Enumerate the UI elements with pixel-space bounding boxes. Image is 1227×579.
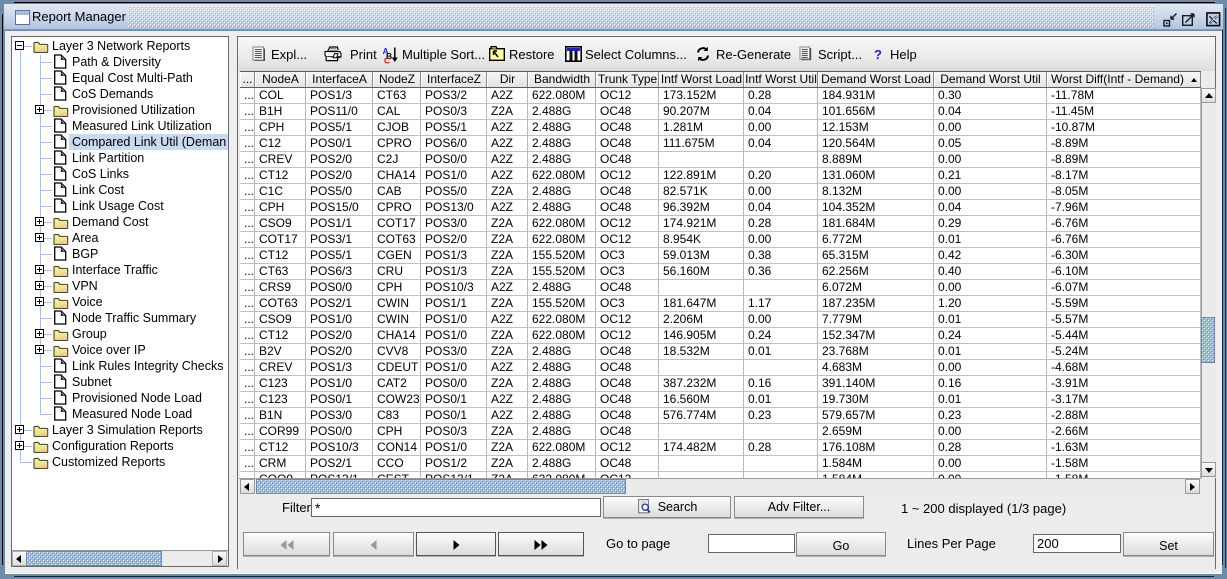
svg-text:C: C: [384, 56, 390, 65]
